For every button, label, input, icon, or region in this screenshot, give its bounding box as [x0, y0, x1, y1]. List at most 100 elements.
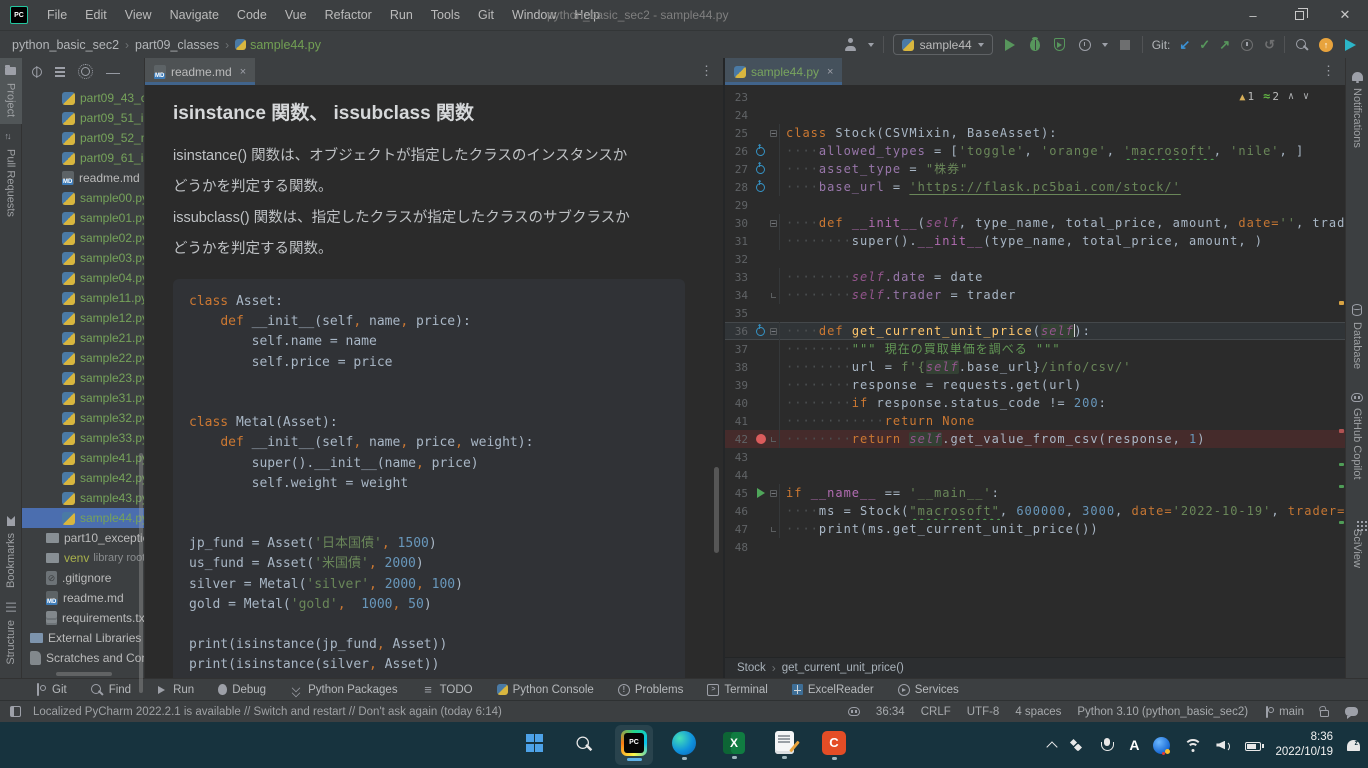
tool-button-database[interactable]: Database [1351, 297, 1363, 376]
notification-bell-icon[interactable] [1347, 740, 1360, 751]
tree-item-sample21-py[interactable]: sample21.py [22, 328, 144, 348]
line-number[interactable]: 46 [725, 505, 753, 518]
tab-options-icon[interactable]: ⋮ [1322, 58, 1345, 79]
volume-icon[interactable] [1216, 739, 1231, 752]
tree-item-part09-43-class[interactable]: part09_43_class [22, 88, 144, 108]
code-text[interactable]: ········super().__init__(type_name, tota… [779, 232, 1345, 250]
stripe-change-mark[interactable] [1339, 485, 1344, 488]
tree-item-sample04-py[interactable]: sample04.py [22, 268, 144, 288]
breadcrumb-item-python-basic-sec2[interactable]: python_basic_sec2 [12, 38, 119, 52]
tool-window-python-packages[interactable]: Python Packages [290, 683, 398, 696]
ide-update-icon[interactable]: ↑ [1319, 38, 1333, 52]
close-icon[interactable]: × [240, 66, 246, 78]
battery-icon[interactable] [1245, 742, 1261, 751]
fold-gutter[interactable] [768, 437, 779, 442]
menu-edit[interactable]: Edit [76, 0, 116, 30]
fold-icon[interactable]: − [770, 220, 777, 227]
code-line-37[interactable]: 37········""" 現在の買取単価を調べる """ [725, 340, 1345, 358]
code-text[interactable]: if __name__ == '__main__': [779, 484, 1345, 502]
code-line-48[interactable]: 48 [725, 538, 1345, 556]
line-number[interactable]: 35 [725, 307, 753, 320]
code-line-38[interactable]: 38········url = f'{self.base_url}/info/c… [725, 358, 1345, 376]
tool-button-project[interactable]: Project [0, 58, 22, 124]
dropbox-tray-icon[interactable] [1070, 739, 1085, 752]
tool-window-debug[interactable]: Debug [218, 684, 266, 696]
code-text[interactable]: ············return None [779, 412, 1345, 430]
git-branch[interactable]: main [1264, 706, 1304, 718]
typos-indicator[interactable]: ≈2 [1263, 89, 1279, 103]
code-line-30[interactable]: 30−····def __init__(self, type_name, tot… [725, 214, 1345, 232]
code-line-24[interactable]: 24 [725, 106, 1345, 124]
run-button[interactable] [1002, 37, 1018, 53]
tree-item-sample42-py[interactable]: sample42.py [22, 468, 144, 488]
line-number[interactable]: 31 [725, 235, 753, 248]
code-line-41[interactable]: 41············return None [725, 412, 1345, 430]
tree-scrollbar[interactable] [139, 453, 143, 693]
collapse-all-icon[interactable] [55, 66, 65, 77]
code-text[interactable]: class Stock(CSVMixin, BaseAsset): [779, 124, 1345, 142]
code-editor[interactable]: 232425−class Stock(CSVMixin, BaseAsset):… [725, 85, 1345, 657]
code-text[interactable]: ········if response.status_code != 200: [779, 394, 1345, 412]
ime-indicator[interactable]: A [1129, 737, 1139, 753]
code-line-46[interactable]: 46····ms = Stock("macrosoft", 600000, 30… [725, 502, 1345, 520]
tree-item-sample44-py[interactable]: sample44.py [22, 508, 144, 528]
menu-navigate[interactable]: Navigate [161, 0, 228, 30]
tool-window-todo[interactable]: TODO [422, 683, 473, 696]
gutter[interactable] [753, 488, 768, 498]
line-number[interactable]: 25 [725, 127, 753, 140]
menu-vue[interactable]: Vue [276, 0, 316, 30]
readme-scrollbar[interactable] [714, 467, 719, 553]
tree-item-sample23-py[interactable]: sample23.py [22, 368, 144, 388]
tool-window-terminal[interactable]: Terminal [707, 684, 767, 696]
fold-gutter[interactable]: − [768, 490, 779, 497]
search-everywhere-icon[interactable] [1294, 37, 1310, 53]
menu-refactor[interactable]: Refactor [316, 0, 381, 30]
copilot-status-icon[interactable] [848, 707, 860, 716]
profiler-button[interactable] [1077, 37, 1093, 53]
tool-window-run[interactable]: Run [155, 683, 194, 696]
fold-end-icon[interactable] [771, 437, 776, 442]
line-number[interactable]: 37 [725, 343, 753, 356]
caret-position[interactable]: 36:34 [876, 706, 905, 718]
taskbar-camtasia[interactable]: C [815, 725, 853, 765]
menu-tools[interactable]: Tools [422, 0, 469, 30]
code-text[interactable]: ····def get_current_unit_price(self): [779, 322, 1345, 340]
run-configuration-select[interactable]: sample44 [893, 34, 993, 55]
code-line-29[interactable]: 29 [725, 196, 1345, 214]
code-text[interactable]: ········response = requests.get(url) [779, 376, 1345, 394]
next-problem-icon[interactable]: ∨ [1303, 91, 1309, 102]
python-interpreter[interactable]: Python 3.10 (python_basic_sec2) [1077, 706, 1248, 718]
hide-panel-icon[interactable]: — [106, 64, 120, 80]
user-chevron-icon[interactable] [868, 43, 874, 47]
code-line-36[interactable]: 36−····def get_current_unit_price(self): [725, 322, 1345, 340]
gutter[interactable] [753, 147, 768, 156]
code-line-27[interactable]: 27····asset_type = "株券" [725, 160, 1345, 178]
tool-window-problems[interactable]: Problems [618, 684, 684, 696]
breadcrumb-item-sample44-py[interactable]: sample44.py [235, 38, 321, 52]
warnings-indicator[interactable]: ▲1 [1239, 90, 1254, 103]
tool-window-switcher-icon[interactable] [10, 706, 21, 717]
tree-item-readme-md[interactable]: readme.md [22, 588, 144, 608]
tab-readme[interactable]: readme.md × [145, 58, 255, 85]
gutter[interactable] [753, 183, 768, 192]
inspections-widget[interactable]: ▲1 ≈2 ∧ ∨ [1239, 89, 1309, 103]
select-opened-file-icon[interactable] [32, 67, 42, 77]
tree-item-requirements-txt[interactable]: requirements.txt [22, 608, 144, 628]
close-icon[interactable]: × [827, 66, 833, 78]
line-number[interactable]: 39 [725, 379, 753, 392]
tree-item-sample03-py[interactable]: sample03.py [22, 248, 144, 268]
tool-button-sciview[interactable]: SciView [1351, 513, 1363, 575]
code-line-43[interactable]: 43 [725, 448, 1345, 466]
start-button[interactable] [515, 725, 553, 765]
code-line-33[interactable]: 33········self.date = date [725, 268, 1345, 286]
line-number[interactable]: 26 [725, 145, 753, 158]
tool-window-find[interactable]: Find [91, 683, 131, 696]
coverage-button[interactable] [1052, 37, 1068, 53]
tree-item-sample32-py[interactable]: sample32.py [22, 408, 144, 428]
tree-item-part09-51-inhe[interactable]: part09_51_inhe [22, 108, 144, 128]
wifi-icon[interactable] [1184, 739, 1202, 752]
lock-icon[interactable] [1320, 710, 1329, 717]
fold-gutter[interactable] [768, 293, 779, 298]
tree-item-scratches-and-consol[interactable]: Scratches and Consol [22, 648, 144, 668]
fold-gutter[interactable]: − [768, 220, 779, 227]
